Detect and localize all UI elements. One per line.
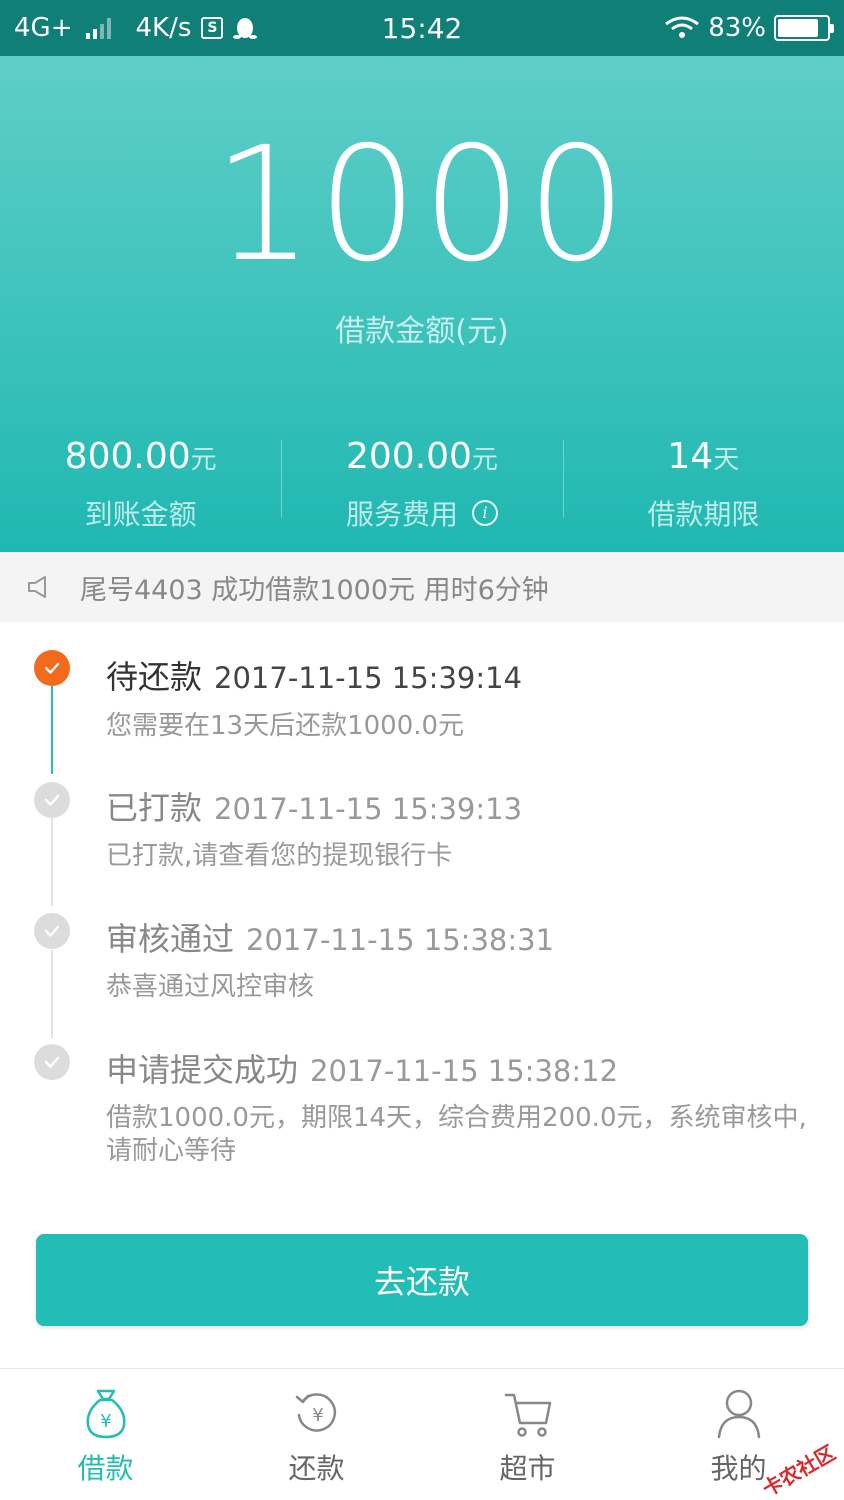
speaker-icon [28, 576, 46, 598]
stat-received-amount: 800.00元 到账金额 [0, 434, 281, 534]
loan-summary-panel: 1000 借款金额(元) 800.00元 到账金额 200.00元 服务费用 i … [0, 56, 844, 552]
timeline-connector [51, 950, 53, 1038]
info-icon[interactable]: i [472, 500, 498, 526]
penguin-icon [233, 18, 258, 39]
repay-button[interactable]: 去还款 [36, 1234, 808, 1326]
wifi-icon [665, 16, 700, 38]
stat-value: 800.00 [64, 436, 191, 477]
network-speed: 4K/s [135, 13, 192, 43]
stat-value: 14 [667, 436, 714, 477]
stat-loan-term: 14天 借款期限 [562, 434, 844, 534]
timeline-desc: 借款1000.0元，期限14天，综合费用200.0元，系统审核中,请耐心等待 [106, 1103, 807, 1166]
stat-label: 借款期限 [647, 498, 760, 531]
user-icon [717, 1389, 760, 1439]
tab-loan[interactable]: ¥ 借款 [0, 1369, 211, 1500]
network-type: 4G+ [14, 13, 73, 43]
stat-value: 200.00 [346, 436, 472, 477]
loan-amount-label: 借款金额(元) [335, 314, 509, 349]
tab-label: 还款 [288, 1452, 345, 1485]
timeline-time: 2017-11-15 15:39:14 [214, 661, 523, 695]
timeline-time: 2017-11-15 15:39:13 [214, 792, 523, 826]
stat-label: 服务费用 [345, 498, 458, 531]
check-icon [34, 1044, 70, 1080]
timeline-desc: 您需要在13天后还款1000.0元 [106, 711, 465, 741]
timeline-time: 2017-11-15 15:38:12 [310, 1054, 619, 1088]
timeline-title: 审核通过 [106, 920, 235, 958]
timeline-title: 申请提交成功 [106, 1051, 299, 1089]
notice-text: 尾号4403 成功借款1000元 用时6分钟 [80, 574, 549, 606]
check-icon [34, 650, 70, 686]
stat-service-fee: 200.00元 服务费用 i [281, 434, 562, 534]
cart-icon [504, 1393, 551, 1437]
check-icon [34, 913, 70, 949]
loan-amount: 1000 [212, 113, 632, 297]
svg-text:¥: ¥ [100, 1411, 111, 1432]
battery-icon [774, 15, 834, 41]
check-icon [34, 782, 70, 818]
bottom-tab-bar: ¥ 借款 ¥ 还款 超市 我的 卡农社区 [0, 1368, 844, 1500]
battery-percent: 83% [708, 13, 766, 43]
timeline-connector [51, 818, 53, 906]
timeline-title: 待还款 [106, 658, 203, 696]
tab-label: 超市 [499, 1452, 556, 1485]
timeline-desc: 已打款,请查看您的提现银行卡 [106, 841, 453, 871]
tab-market[interactable]: 超市 [422, 1369, 633, 1500]
stat-unit: 元 [190, 445, 217, 475]
status-bar: 4G+ 4K/s S 15:42 83% [0, 0, 844, 56]
stat-unit: 元 [471, 445, 498, 475]
tab-label: 借款 [77, 1452, 134, 1485]
money-bag-icon: ¥ [86, 1389, 125, 1439]
signal-icon [86, 17, 112, 39]
notice-bar: 尾号4403 成功借款1000元 用时6分钟 [0, 552, 844, 622]
repay-icon: ¥ [295, 1393, 336, 1432]
svg-text:¥: ¥ [312, 1405, 323, 1426]
timeline-title: 已打款 [106, 789, 203, 827]
loan-stats: 800.00元 到账金额 200.00元 服务费用 i 14天 借款期限 [0, 434, 844, 534]
stat-label: 到账金额 [84, 498, 197, 531]
timeline-connector [51, 686, 53, 774]
tab-repay[interactable]: ¥ 还款 [211, 1369, 422, 1500]
stat-unit: 天 [713, 445, 740, 475]
timeline-desc: 恭喜通过风控审核 [106, 972, 315, 1002]
timeline-time: 2017-11-15 15:38:31 [246, 923, 555, 957]
tab-mine[interactable]: 我的 [633, 1369, 844, 1500]
s-app-icon: S [201, 17, 224, 39]
